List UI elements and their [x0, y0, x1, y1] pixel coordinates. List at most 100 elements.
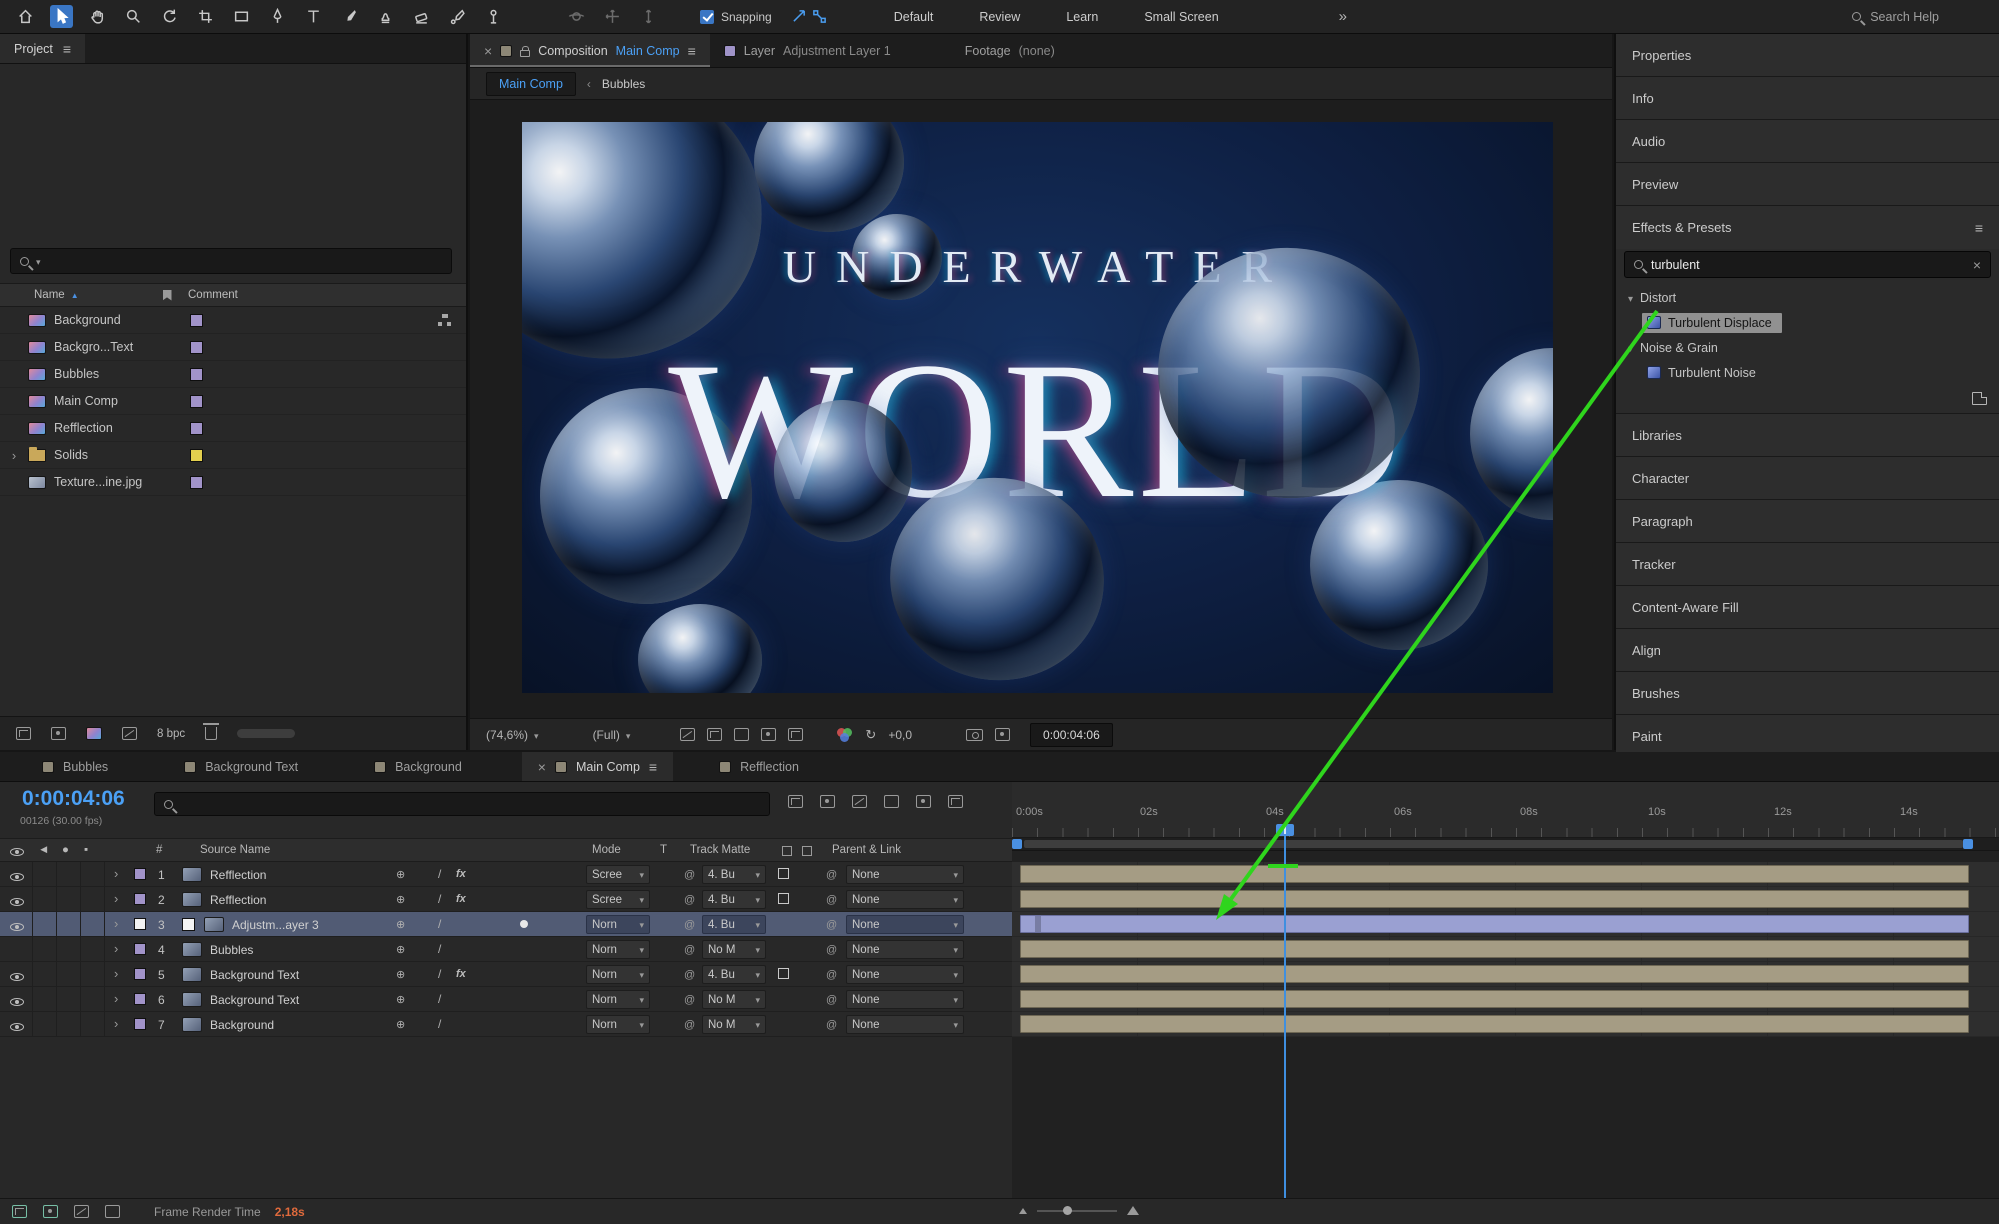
collapse-group-icon[interactable]	[1628, 341, 1633, 355]
tab-project[interactable]: Project	[0, 34, 86, 63]
layer-name[interactable]: Background	[210, 1018, 380, 1032]
layer-bar-2[interactable]	[1020, 890, 1969, 908]
label-swatch[interactable]	[190, 448, 203, 462]
track-matte-dropdown[interactable]: 4. Bu	[702, 965, 766, 984]
tab-background[interactable]: Background	[358, 752, 478, 781]
snapping-checkbox[interactable]	[700, 9, 714, 24]
column-parent-link[interactable]: Parent & Link	[832, 844, 901, 856]
label-chip[interactable]	[134, 943, 146, 955]
viewer-area[interactable]: UNDERWATER WORLD	[470, 100, 1612, 718]
draft-3d-icon[interactable]	[820, 795, 835, 808]
eraser-tool-icon[interactable]	[410, 5, 433, 28]
collapse-switch-icon[interactable]: ⊕	[396, 993, 405, 1006]
channel-rgb-icon[interactable]	[837, 727, 853, 742]
panel-align[interactable]: Align	[1616, 629, 1999, 672]
label-chip[interactable]	[134, 1018, 146, 1030]
puppet-pin-tool-icon[interactable]	[482, 5, 505, 28]
parent-dropdown[interactable]: None	[846, 865, 964, 884]
column-name[interactable]: Name	[34, 289, 65, 301]
layer-bar-4[interactable]	[1020, 940, 1969, 958]
collapse-group-icon[interactable]	[1628, 291, 1633, 305]
adjustment-layer-switch-icon[interactable]	[520, 920, 528, 928]
toggle-switches-modes-icon[interactable]	[105, 1205, 120, 1218]
track-matte-dropdown[interactable]: 4. Bu	[702, 890, 766, 909]
panel-menu-icon[interactable]	[63, 41, 71, 57]
zoom-slider-track[interactable]	[1037, 1205, 1117, 1215]
matte-pickwhip-icon[interactable]	[684, 992, 695, 1006]
parent-pickwhip-icon[interactable]	[826, 867, 837, 881]
panel-menu-icon[interactable]	[1975, 220, 1983, 236]
mode-dropdown[interactable]: Scree	[586, 890, 650, 909]
timeline-zoom-control[interactable]	[1019, 1205, 1139, 1215]
bit-depth[interactable]: 8 bpc	[157, 728, 185, 740]
zoom-tool-icon[interactable]	[122, 5, 145, 28]
quality-switch-icon[interactable]: /	[438, 867, 441, 881]
expand-folder-icon[interactable]	[8, 448, 20, 463]
tab-footage[interactable]: Footage (none)	[951, 34, 1069, 67]
snap-options-icon[interactable]	[810, 7, 830, 27]
expand-layer-icon[interactable]	[114, 941, 118, 956]
mask-visibility-icon[interactable]	[734, 728, 750, 741]
quality-switch-icon[interactable]: /	[438, 917, 441, 931]
selection-tool-icon[interactable]	[50, 5, 73, 28]
quality-switch-icon[interactable]: /	[438, 992, 441, 1006]
resolution-dropdown[interactable]: (Full)	[593, 728, 631, 742]
column-index[interactable]: #	[156, 844, 162, 856]
lock-icon[interactable]	[520, 45, 531, 57]
sort-asc-icon[interactable]	[71, 289, 79, 301]
project-search-input[interactable]	[10, 248, 452, 274]
column-comment[interactable]: Comment	[188, 289, 238, 301]
current-time-indicator-handle[interactable]	[1276, 824, 1294, 836]
workspace-overflow-icon[interactable]: »	[1339, 8, 1347, 25]
parent-pickwhip-icon[interactable]	[826, 967, 837, 981]
tab-bubbles[interactable]: Bubbles	[26, 752, 124, 781]
current-time-indicator-line[interactable]	[1284, 824, 1286, 1198]
layer-row-5[interactable]: 5 Background Text ⊕ / fx Norn 4. Bu None	[0, 962, 1012, 987]
snapshot-camera-icon[interactable]	[966, 728, 984, 741]
matte-toggle-icon[interactable]	[778, 968, 789, 979]
layer-row-7[interactable]: 7 Background ⊕ / Norn No M None	[0, 1012, 1012, 1037]
eye-icon[interactable]	[10, 898, 24, 906]
project-row-texture[interactable]: Texture...ine.jpg	[0, 469, 466, 496]
panel-menu-icon[interactable]	[649, 759, 657, 775]
graph-editor-icon[interactable]	[948, 795, 963, 808]
expand-transform-icon[interactable]	[74, 1205, 89, 1218]
parent-pickwhip-icon[interactable]	[826, 942, 837, 956]
tab-refflection[interactable]: Refflection	[703, 752, 815, 781]
timeline-track-area[interactable]: 0:00s 02s 04s 06s 08s 10s 12s 14s	[1012, 782, 1999, 1198]
tab-background-text[interactable]: Background Text	[168, 752, 314, 781]
expand-layer-icon[interactable]	[114, 1016, 118, 1031]
label-chip[interactable]	[134, 893, 146, 905]
roto-brush-tool-icon[interactable]	[446, 5, 469, 28]
panel-effects-presets[interactable]: Effects & Presets	[1616, 206, 1999, 249]
label-column-icon[interactable]	[162, 289, 172, 301]
project-row-solids[interactable]: Solids	[0, 442, 466, 469]
brush-tool-icon[interactable]	[338, 5, 361, 28]
panel-content-aware-fill[interactable]: Content-Aware Fill	[1616, 586, 1999, 629]
layer-row-1[interactable]: 1 Refflection ⊕ / fx Scree 4. Bu None	[0, 862, 1012, 887]
comp-mini-flowchart-icon[interactable]	[788, 795, 803, 808]
fx-switch-icon[interactable]: fx	[456, 893, 466, 905]
panel-paragraph[interactable]: Paragraph	[1616, 500, 1999, 543]
layer-name[interactable]: Refflection	[210, 868, 380, 882]
close-icon[interactable]	[484, 43, 492, 59]
column-mode[interactable]: Mode	[592, 844, 621, 856]
delete-icon[interactable]	[203, 723, 220, 740]
collapse-switch-icon[interactable]: ⊕	[396, 918, 405, 931]
breadcrumb-bubbles[interactable]: Bubbles	[602, 77, 645, 91]
track-matte-dropdown[interactable]: 4. Bu	[702, 915, 766, 934]
parent-dropdown[interactable]: None	[846, 915, 964, 934]
eye-icon[interactable]	[10, 873, 24, 881]
expand-layer-icon[interactable]	[114, 966, 118, 981]
region-of-interest-icon[interactable]	[761, 728, 777, 741]
snap-to-edges-icon[interactable]	[790, 7, 810, 27]
label-swatch[interactable]	[190, 367, 203, 381]
matte-toggle-icon[interactable]	[778, 868, 789, 879]
column-source-name[interactable]: Source Name	[200, 844, 270, 856]
view-layout-icon[interactable]	[788, 728, 804, 741]
project-row-background-text[interactable]: Backgro...Text	[0, 334, 466, 361]
panel-info[interactable]: Info	[1616, 77, 1999, 120]
panel-character[interactable]: Character	[1616, 457, 1999, 500]
snapping-toggle[interactable]: Snapping	[700, 9, 772, 24]
tab-layer-adjustment[interactable]: Layer Adjustment Layer 1	[710, 34, 905, 67]
